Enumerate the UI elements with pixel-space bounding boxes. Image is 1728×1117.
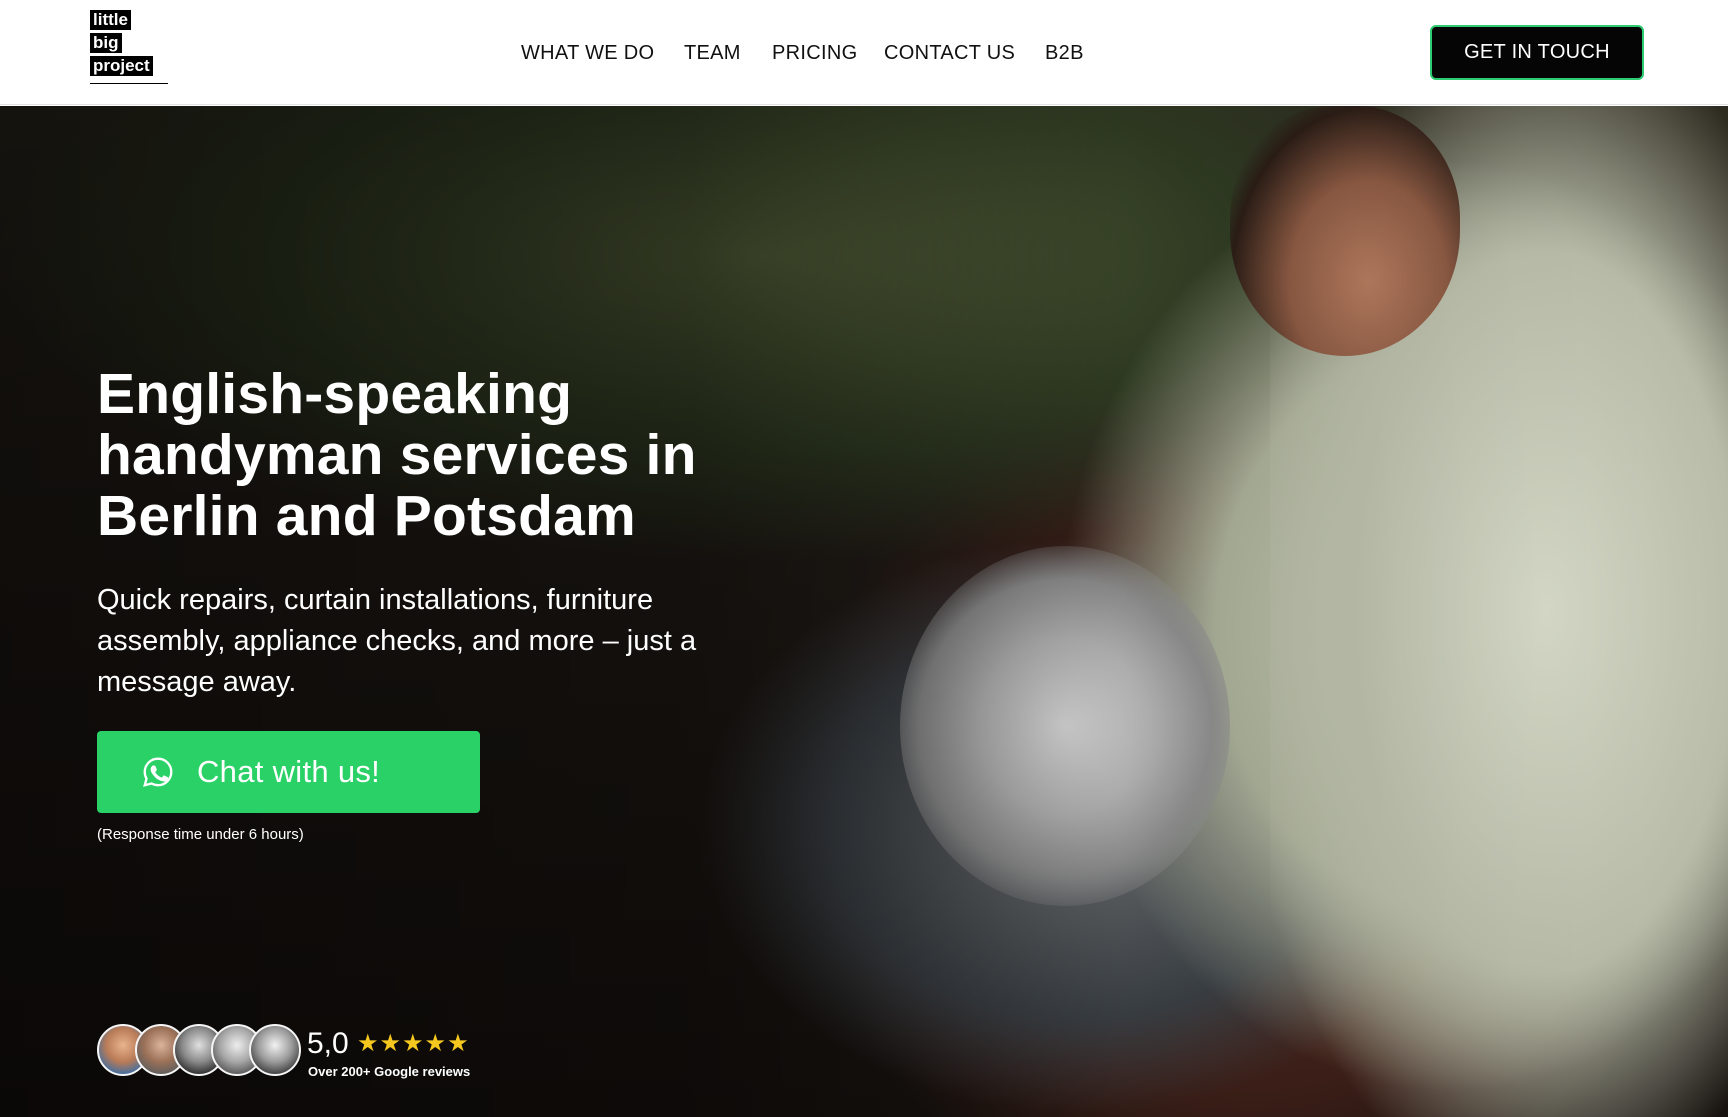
nav-what-we-do[interactable]: WHAT WE DO xyxy=(521,38,654,68)
hero-title-first: English-speaking xyxy=(97,362,573,426)
whatsapp-icon xyxy=(143,757,173,787)
nav-b2b[interactable]: B2B xyxy=(1045,38,1084,68)
logo-underline xyxy=(90,83,168,84)
logo-word: little xyxy=(90,10,131,30)
logo-word: project xyxy=(90,56,153,76)
response-time-note: (Response time under 6 hours) xyxy=(97,826,304,843)
logo[interactable]: little big project xyxy=(90,10,170,88)
nav-pricing[interactable]: PRICING xyxy=(772,38,857,68)
nav-contact-us[interactable]: CONTACT US xyxy=(884,38,1015,68)
rating-value: 5,0 xyxy=(307,1027,349,1060)
nav-team[interactable]: TEAM xyxy=(684,38,741,68)
rating-stars-icon: ★★★★★ xyxy=(357,1030,470,1057)
hero-subtitle: Quick repairs, curtain installations, fu… xyxy=(97,584,697,698)
reviews-count: Over 200+ Google reviews xyxy=(308,1064,471,1079)
avatar xyxy=(249,1024,301,1076)
logo-word: big xyxy=(90,33,122,53)
chat-button-label: Chat with us! xyxy=(197,754,381,789)
hero-title: English-speaking handyman services in Be… xyxy=(97,364,817,547)
site-header: little big project WHAT WE DO TEAM PRICI… xyxy=(0,0,1728,105)
chat-with-us-button[interactable]: Chat with us! xyxy=(97,731,480,813)
hero-title-rest: handyman services in Berlin and Potsdam xyxy=(97,423,697,548)
get-in-touch-button[interactable]: GET IN TOUCH xyxy=(1430,25,1644,80)
